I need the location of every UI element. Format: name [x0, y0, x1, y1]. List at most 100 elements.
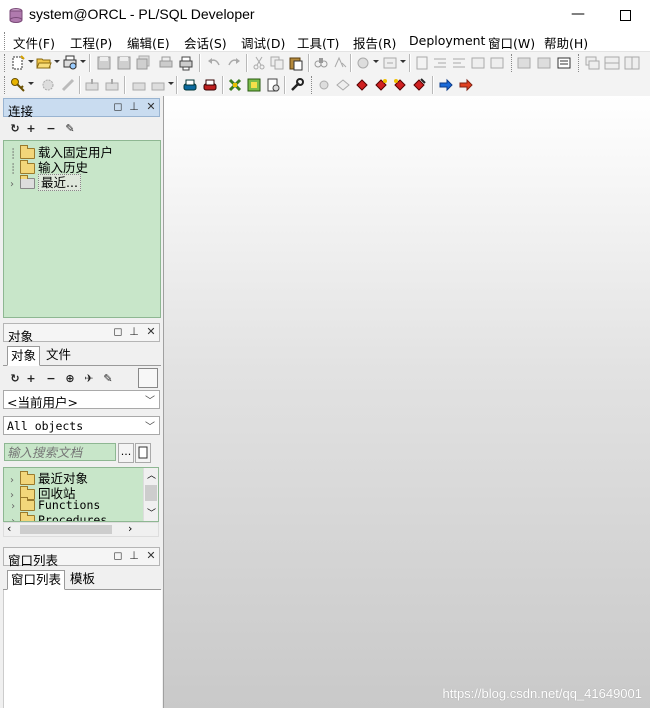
go-forward-arrow-icon[interactable] [458, 77, 474, 93]
menu-project[interactable]: 工程(P) [70, 33, 112, 52]
menu-debug[interactable]: 调试(D) [241, 33, 285, 52]
printer-setup-icon[interactable] [178, 55, 194, 71]
new-dropdown-icon[interactable] [28, 60, 34, 63]
tree-item-label: Functions [38, 498, 101, 512]
pane-close-icon[interactable]: ✕ [144, 100, 158, 114]
expand-chevron-icon[interactable]: › [10, 501, 20, 512]
minimize-button[interactable]: — [566, 2, 590, 28]
scroll-down-icon[interactable]: ﹀ [147, 506, 156, 519]
scroll-right-icon[interactable]: › [128, 522, 132, 535]
watermark-text: https://blog.csdn.net/qq_41649001 [442, 686, 643, 701]
step-out-icon[interactable] [392, 77, 408, 93]
menu-session[interactable]: 会话(S) [184, 33, 227, 52]
search-input[interactable] [4, 443, 116, 461]
print-preview-icon[interactable] [62, 55, 78, 71]
owner-select[interactable]: <当前用户> ﹀ [3, 390, 160, 410]
objects-tabs: 对象 文件 [3, 345, 161, 366]
preferences-wrench-icon[interactable] [289, 77, 305, 93]
new-icon[interactable] [10, 55, 26, 71]
tree-item-fixed-users[interactable]: ┊ 载入固定用户 [10, 142, 113, 160]
menu-help[interactable]: 帮助(H) [544, 33, 588, 52]
tree-item-recent[interactable]: › 最近... [10, 172, 81, 191]
pane-pin-icon[interactable]: ⊥ [127, 325, 141, 339]
run-to-exception-icon[interactable] [411, 77, 427, 93]
toggle-results-icon[interactable] [556, 55, 572, 71]
scroll-left-icon[interactable]: ‹ [7, 522, 11, 535]
remove-icon[interactable]: − [44, 122, 58, 136]
object-type-select[interactable]: All objects ﹀ [3, 416, 160, 435]
tab-files[interactable]: 文件 [43, 346, 74, 364]
pane-close-icon[interactable]: ✕ [144, 325, 158, 339]
toolbar-separator [432, 76, 434, 94]
menu-window[interactable]: 窗口(W) [488, 33, 535, 52]
bookmark-dropdown-icon [400, 60, 406, 63]
tree-item-input-history[interactable]: ┊ 输入历史 [10, 157, 88, 175]
maximize-button[interactable] [612, 2, 638, 28]
indent-icon [434, 58, 446, 68]
cut-icon [253, 56, 265, 70]
tab-objects[interactable]: 对象 [7, 346, 41, 366]
pane-restore-icon[interactable]: ◻ [111, 549, 125, 563]
remove-icon[interactable]: − [44, 372, 58, 386]
print-icon [159, 56, 173, 68]
paste-icon[interactable] [288, 55, 304, 71]
horizontal-scrollbar[interactable]: ‹ › [3, 522, 159, 537]
add-icon[interactable]: + [24, 122, 38, 136]
window-title: system@ORCL - PL/SQL Developer [29, 6, 255, 22]
pane-pin-icon[interactable]: ⊥ [127, 100, 141, 114]
scroll-thumb[interactable] [20, 525, 112, 534]
color-box[interactable] [138, 368, 158, 388]
maximize-icon [619, 10, 631, 21]
refresh-icon[interactable]: ↻ [8, 122, 22, 136]
tab-window-list[interactable]: 窗口列表 [7, 570, 66, 590]
owner-select-value: <当前用户> [7, 395, 78, 410]
menu-file[interactable]: 文件(F) [13, 33, 55, 52]
tools-icon[interactable] [227, 77, 243, 93]
toolbar-grip [511, 54, 514, 72]
pane-close-icon[interactable]: ✕ [144, 549, 158, 563]
add-icon[interactable]: + [24, 372, 38, 386]
menu-bar: 文件(F) 工程(P) 编辑(E) 会话(S) 调试(D) 工具(T) 报告(R… [0, 31, 650, 52]
tree-item-recent-objects[interactable]: › 最近对象 [10, 468, 88, 486]
menu-tools[interactable]: 工具(T) [297, 33, 339, 52]
find-dropdown-icon [373, 60, 379, 63]
pane-restore-icon[interactable]: ◻ [111, 325, 125, 339]
vertical-scrollbar[interactable]: ︿ ﹀ [143, 468, 158, 521]
objects-pane-header: 对象 ◻ ⊥ ✕ [3, 323, 160, 344]
pane-pin-icon[interactable]: ⊥ [127, 549, 141, 563]
tree-item-procedures[interactable]: › Procedures [10, 512, 107, 521]
test-window-icon[interactable] [265, 77, 281, 93]
go-back-arrow-icon[interactable] [438, 77, 454, 93]
properties-icon[interactable]: ✎ [101, 372, 115, 386]
refresh-icon[interactable]: ↻ [8, 372, 22, 386]
menu-edit[interactable]: 编辑(E) [127, 33, 170, 52]
browse-button[interactable]: ... [118, 443, 134, 463]
toolbar-separator [89, 54, 91, 72]
find-binoculars-icon[interactable]: ⊕ [63, 372, 77, 386]
pane-restore-icon[interactable]: ◻ [111, 100, 125, 114]
step-into-icon[interactable] [354, 77, 370, 93]
expand-chevron-icon[interactable]: › [10, 179, 20, 190]
scroll-up-icon[interactable]: ︿ [147, 468, 156, 481]
menu-deployment[interactable]: Deployment [409, 33, 485, 48]
report-icon[interactable] [246, 77, 262, 93]
properties-icon[interactable]: ✎ [63, 122, 77, 136]
redo-icon [228, 58, 240, 66]
search-options-button[interactable] [135, 443, 151, 463]
command-window-icon[interactable] [202, 77, 218, 93]
step-over-icon[interactable] [373, 77, 389, 93]
open-dropdown-icon[interactable] [54, 60, 60, 63]
tab-templates[interactable]: 模板 [67, 570, 98, 588]
scroll-thumb[interactable] [145, 485, 157, 501]
explain-plan-icon [132, 82, 146, 91]
logon-dropdown-icon[interactable] [28, 82, 34, 85]
uncomment-icon [490, 57, 504, 69]
cascade-icon [585, 56, 600, 70]
query-by-example-icon [537, 57, 551, 69]
print-dropdown-icon[interactable] [80, 60, 86, 63]
filter-icon[interactable]: ✈ [82, 372, 96, 386]
menu-reports[interactable]: 报告(R) [353, 33, 396, 52]
logon-key-icon[interactable] [10, 77, 26, 93]
open-folder-icon[interactable] [36, 55, 52, 71]
sql-window-icon[interactable] [182, 77, 198, 93]
